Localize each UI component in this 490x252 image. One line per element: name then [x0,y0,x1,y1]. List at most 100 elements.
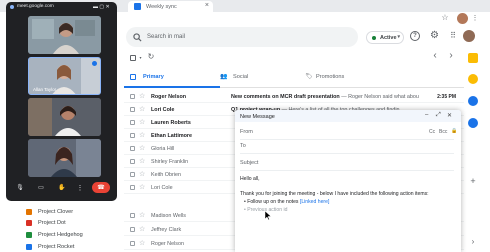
tab-primary[interactable]: Primary [124,68,220,88]
email-sender: Lori Cole [151,185,173,191]
to-label: To [240,143,246,149]
participant-tile[interactable] [28,98,101,136]
apps-grid-icon[interactable]: ⠿ [448,31,458,41]
row-checkbox[interactable] [130,120,135,125]
gear-icon[interactable]: ⚙ [429,30,440,41]
linked-notes-link[interactable]: [Linked here] [300,199,329,205]
label-name: Project Rocket [38,244,75,250]
row-checkbox[interactable] [130,241,135,246]
chevron-right-icon[interactable]: › [468,237,478,247]
meet-pip-window[interactable]: meet.google.com ▬ ▢ ✕ Allan Taylor 🎙 ▭ ✋… [6,2,117,201]
row-checkbox[interactable] [130,94,135,99]
select-dropdown-icon[interactable]: ▾ [138,54,143,61]
prev-page-icon[interactable]: ‹ [431,51,439,61]
star-icon[interactable]: ☆ [139,105,145,113]
row-checkbox[interactable] [130,213,135,218]
row-checkbox[interactable] [130,107,135,112]
cc-link[interactable]: Cc [429,129,435,135]
email-sender: Madison Wells [151,213,186,219]
label-name: Project Hedgehog [38,232,83,238]
participant-tile[interactable] [28,16,101,54]
row-checkbox[interactable] [130,159,135,164]
browser-tab-weekly-sync[interactable]: Weekly sync × [128,1,213,12]
label-project-clover[interactable]: Project Clover [26,209,74,215]
tab-social[interactable]: 👥 Social [220,68,305,88]
star-icon[interactable]: ☆ [139,211,145,219]
help-icon[interactable]: ? [410,31,420,41]
row-checkbox[interactable] [130,146,135,151]
compose-window[interactable]: New Message – ⤢ ✕ From Cc Bcc 🔒 To Subje… [235,110,461,252]
account-avatar[interactable] [463,30,475,42]
action-item-1: • Follow up on the notes [Linked here] [244,199,329,205]
star-bookmark-icon[interactable]: ☆ [440,13,450,23]
label-project-hedgehog[interactable]: Project Hedgehog [26,232,83,238]
contacts-app-icon[interactable] [468,118,478,128]
calendar-app-icon[interactable] [468,53,478,63]
label-icon [26,232,32,238]
row-checkbox[interactable] [130,185,135,190]
subject-label: Subject [240,160,259,166]
hand-icon[interactable]: ✋ [57,183,67,193]
lock-icon: 🔒 [451,128,458,134]
to-field[interactable]: To [240,140,454,154]
search-input[interactable]: Search in mail [147,34,185,40]
search-icon[interactable] [132,32,142,42]
refresh-icon[interactable]: ↻ [146,52,156,62]
row-checkbox[interactable] [130,227,135,232]
email-sender: Lauren Roberts [151,120,191,126]
bcc-link[interactable]: Bcc [439,129,447,135]
label-icon [26,244,32,250]
email-sender: Shirley Franklin [151,159,189,165]
from-field[interactable]: From Cc Bcc 🔒 [240,126,458,140]
participant-tile[interactable] [28,139,101,177]
minimize-icon[interactable]: – [425,112,428,118]
more-vert-icon[interactable]: ⋮ [472,13,479,24]
label-name: Project Dot [38,220,66,226]
label-project-dot[interactable]: Project Dot [26,220,66,226]
star-icon[interactable]: ☆ [139,144,145,152]
calendar-icon [134,3,141,10]
profile-avatar[interactable] [457,13,468,24]
compose-greeting: Hello all, [240,176,260,182]
star-icon[interactable]: ☆ [139,92,145,100]
label-project-rocket[interactable]: Project Rocket [26,244,75,250]
lock-icon [10,5,14,9]
keep-app-icon[interactable] [468,74,478,84]
tab-promotions[interactable]: 🏷 Promotions [305,68,415,88]
email-sender: Keith Obrien [151,172,181,178]
star-icon[interactable]: ☆ [139,225,145,233]
next-page-icon[interactable]: › [447,51,455,61]
label-name: Project Clover [38,209,74,215]
search-bar[interactable]: Search in mail [126,27,358,47]
email-row[interactable]: ☆ Roger Nelson New comments on MCR draft… [124,90,464,103]
tab-close-icon[interactable]: × [205,2,209,9]
star-icon[interactable]: ☆ [139,170,145,178]
email-sender: Lori Cole [151,107,175,113]
label-icon [26,209,32,215]
compose-header[interactable]: New Message – ⤢ ✕ [235,110,461,122]
add-app-icon[interactable]: + [468,176,478,186]
close-icon[interactable]: ✕ [447,112,452,119]
inbox-icon [130,74,136,80]
more-icon[interactable]: ⋮ [76,183,84,193]
star-icon[interactable]: ☆ [139,239,145,247]
email-sender: Roger Nelson [151,241,184,247]
active-dot [372,36,376,40]
star-icon[interactable]: ☆ [139,131,145,139]
subject-field[interactable]: Subject [240,157,454,171]
mic-icon[interactable]: 🎙 [15,183,25,193]
expand-icon[interactable]: ⤢ [436,112,441,119]
tasks-app-icon[interactable] [468,96,478,106]
star-icon[interactable]: ☆ [139,118,145,126]
status-dropdown[interactable]: Active ▾ [366,31,404,44]
compose-title: New Message [240,114,275,120]
star-icon[interactable]: ☆ [139,157,145,165]
camera-icon[interactable]: ▭ [36,183,46,193]
row-checkbox[interactable] [130,172,135,177]
pip-window-controls[interactable]: ▬ ▢ ✕ [93,4,110,10]
select-all-checkbox[interactable] [130,55,136,61]
star-icon[interactable]: ☆ [139,183,145,191]
row-checkbox[interactable] [130,133,135,138]
end-call-icon[interactable]: ☎ [92,182,110,193]
participant-tile-active[interactable]: Allan Taylor [28,57,101,95]
